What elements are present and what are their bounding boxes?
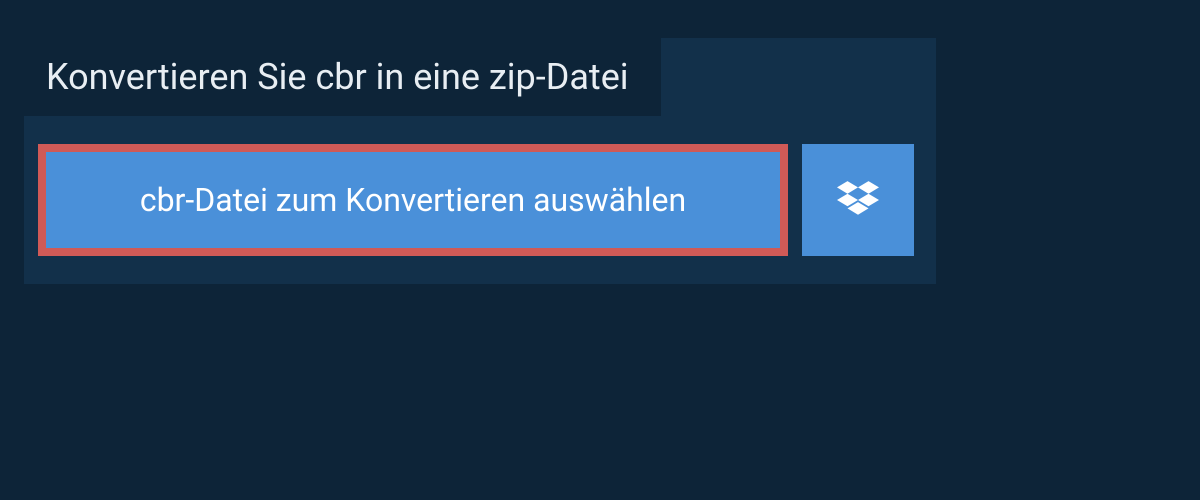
title-text: Konvertieren Sie cbr in eine zip-Datei [46, 56, 629, 98]
action-row: cbr-Datei zum Konvertieren auswählen [24, 116, 936, 284]
page-title: Konvertieren Sie cbr in eine zip-Datei [24, 38, 661, 116]
select-file-label: cbr-Datei zum Konvertieren auswählen [140, 181, 686, 219]
dropbox-icon [837, 179, 879, 221]
converter-panel: Konvertieren Sie cbr in eine zip-Datei c… [24, 38, 936, 284]
select-file-button[interactable]: cbr-Datei zum Konvertieren auswählen [38, 144, 788, 256]
dropbox-button[interactable] [802, 144, 914, 256]
